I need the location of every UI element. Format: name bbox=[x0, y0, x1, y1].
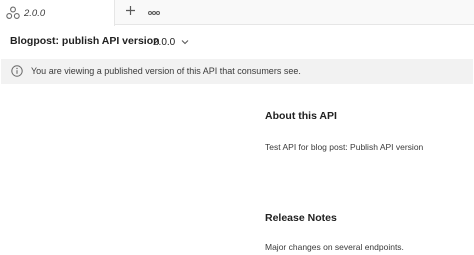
version-dropdown[interactable]: 2.0.0 bbox=[153, 33, 189, 51]
tab-api-version[interactable]: 2.0.0 bbox=[0, 0, 115, 26]
banner-text: You are viewing a published version of t… bbox=[31, 66, 301, 76]
more-tabs-button[interactable] bbox=[146, 4, 162, 20]
page-title: Blogpost: publish API version bbox=[10, 35, 160, 47]
about-description: Test API for blog post: Publish API vers… bbox=[265, 142, 424, 152]
api-header: Blogpost: publish API version 2.0.0 bbox=[0, 31, 474, 53]
api-icon bbox=[6, 6, 20, 20]
chevron-down-icon bbox=[181, 38, 189, 46]
version-label: 2.0.0 bbox=[153, 36, 176, 48]
about-heading: About this API bbox=[265, 110, 337, 122]
ellipsis-icon bbox=[148, 3, 160, 21]
published-version-banner: You are viewing a published version of t… bbox=[1, 59, 473, 84]
tab-label: 2.0.0 bbox=[24, 7, 46, 19]
tab-bar: 2.0.0 bbox=[0, 0, 474, 26]
release-notes-heading: Release Notes bbox=[265, 212, 337, 224]
info-icon bbox=[11, 65, 23, 77]
new-tab-button[interactable] bbox=[122, 4, 138, 20]
plus-icon bbox=[125, 3, 136, 21]
release-notes-text: Major changes on several endpoints. bbox=[265, 242, 404, 252]
